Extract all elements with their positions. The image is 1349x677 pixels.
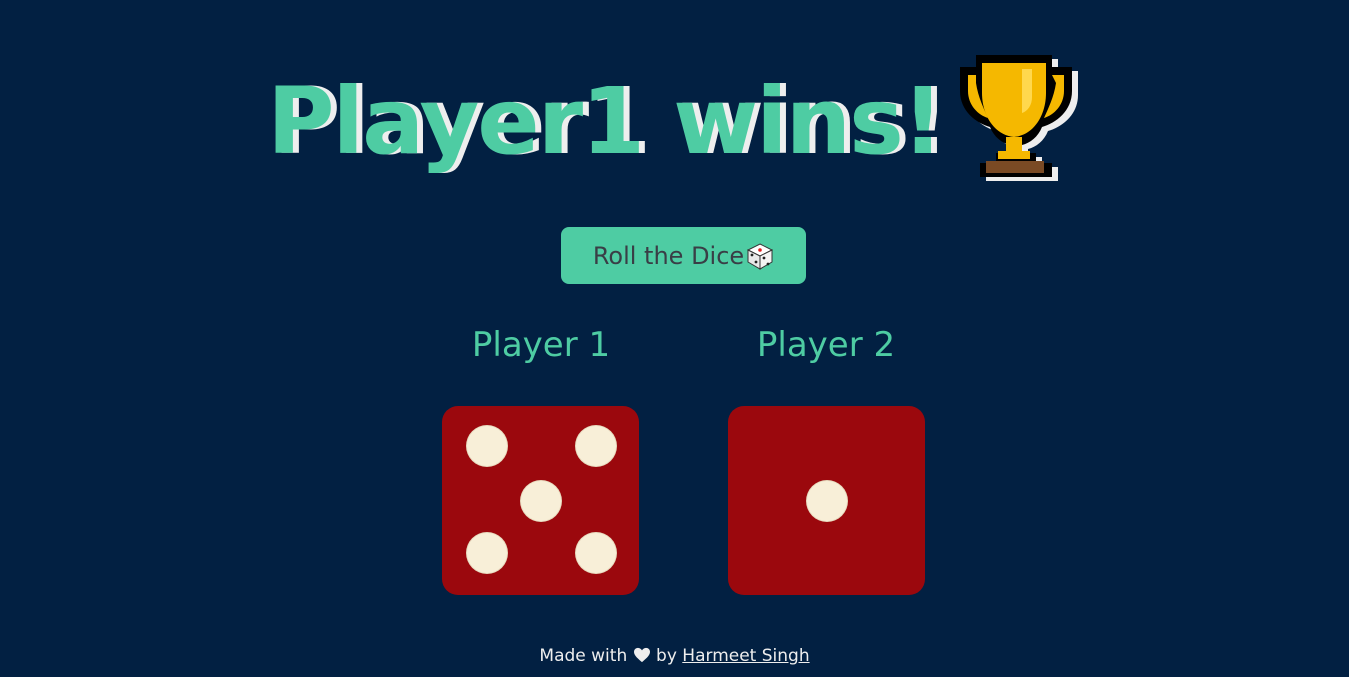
- player-2-panel: Player 2: [726, 320, 926, 370]
- die-pip: [467, 533, 508, 574]
- die-pip: [806, 480, 847, 521]
- heart-icon: [633, 647, 650, 663]
- die-pip: [467, 425, 508, 466]
- page: Player1 wins! Roll the Dice Player 1 Pla…: [0, 0, 1349, 677]
- roll-dice-button[interactable]: Roll the Dice: [561, 227, 806, 284]
- die-pip: [575, 533, 616, 574]
- player-2-die: [728, 406, 925, 595]
- winner-title: Player1 wins!: [267, 68, 944, 175]
- headline: Player1 wins!: [0, 52, 1349, 192]
- die-pip: [520, 480, 561, 521]
- author-link[interactable]: Harmeet Singh: [682, 646, 809, 666]
- trophy-icon: [959, 55, 1078, 181]
- footer-prefix: Made with: [539, 646, 628, 666]
- dice-icon: [747, 242, 774, 270]
- die-pip: [575, 425, 616, 466]
- footer: Made with by Harmeet Singh: [0, 646, 1349, 666]
- player-1-name: Player 1: [471, 325, 611, 365]
- player-1-die: [442, 406, 639, 595]
- roll-dice-label: Roll the Dice: [592, 241, 745, 270]
- player-2-name: Player 2: [756, 325, 896, 365]
- footer-by: by: [656, 646, 677, 666]
- player-1-panel: Player 1: [441, 320, 641, 370]
